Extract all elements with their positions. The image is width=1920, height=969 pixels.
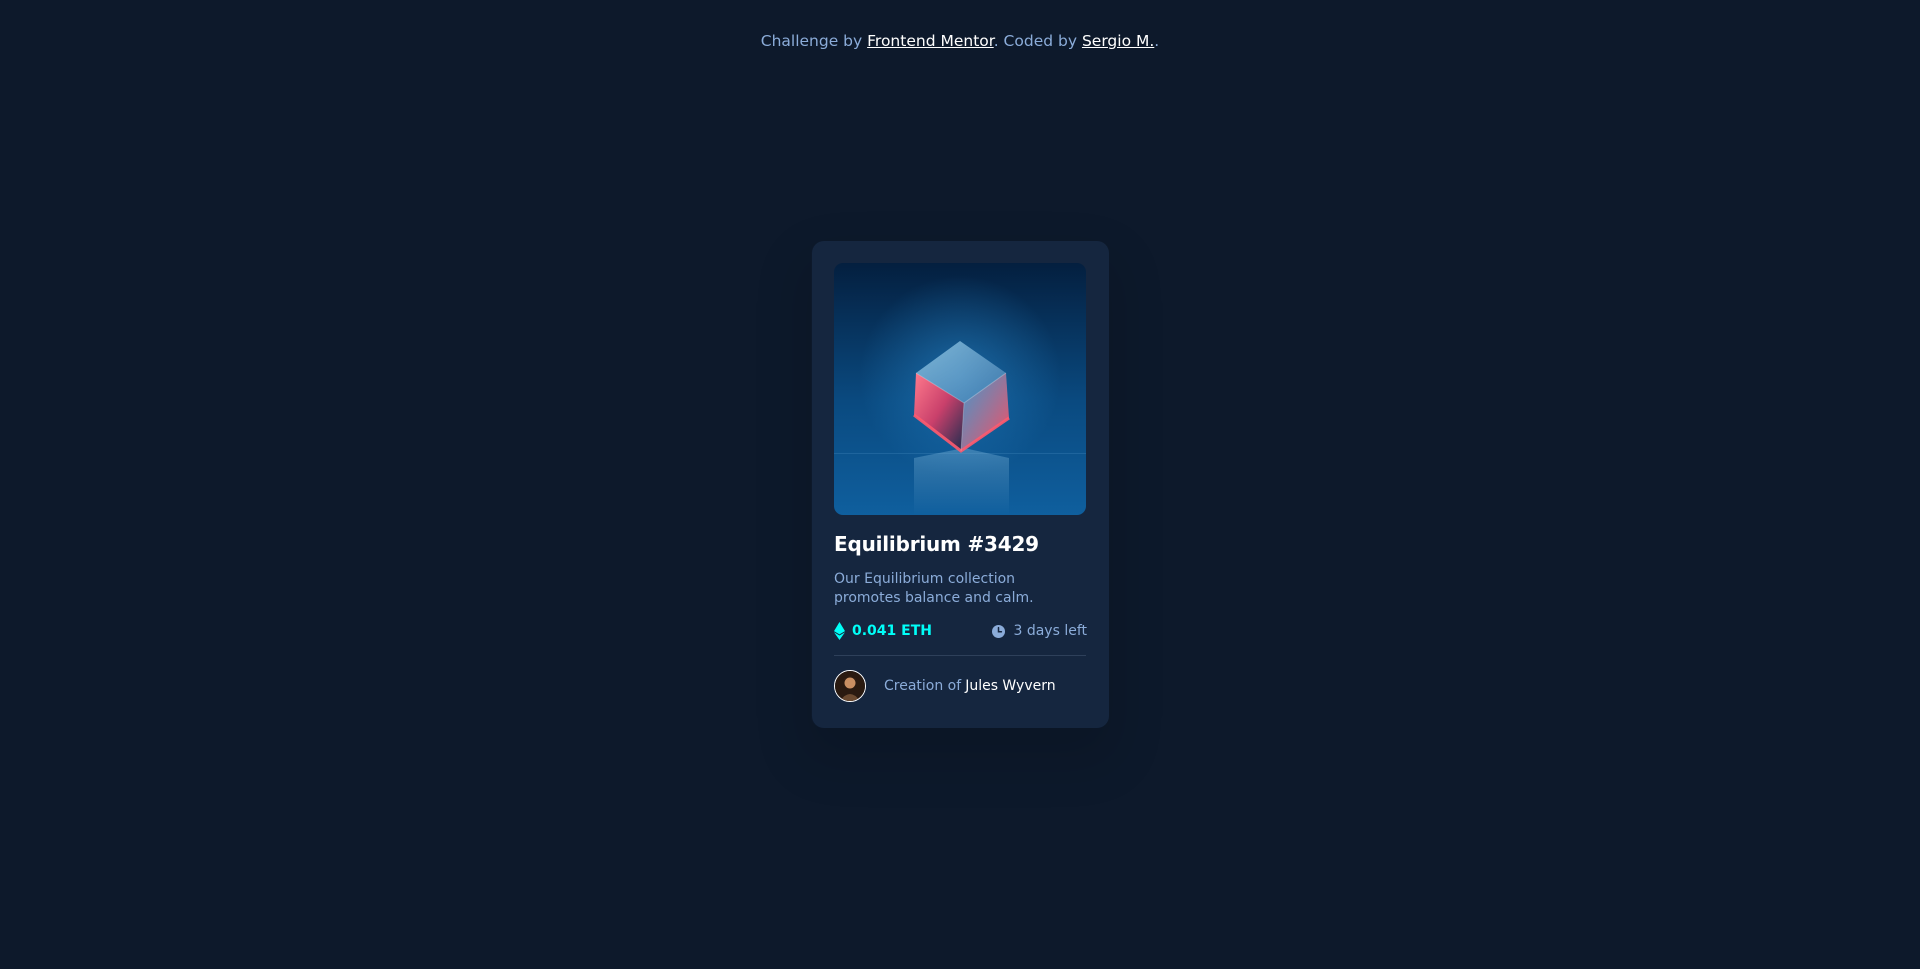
card-title[interactable]: Equilibrium #3429 — [834, 532, 1087, 556]
frontend-mentor-link[interactable]: Frontend Mentor — [867, 32, 994, 50]
clock-icon — [992, 624, 1006, 638]
ethereum-icon — [834, 622, 845, 640]
price: 0.041 ETH — [834, 622, 932, 640]
nft-card: Equilibrium #3429 Our Equilibrium collec… — [812, 241, 1109, 728]
avatar — [834, 670, 866, 702]
author-link[interactable]: Sergio M. — [1082, 32, 1154, 50]
creator-name-link[interactable]: Jules Wyvern — [965, 678, 1055, 694]
attribution: Challenge by Frontend Mentor. Coded by S… — [0, 32, 1920, 50]
price-value: 0.041 ETH — [852, 623, 932, 639]
divider — [834, 655, 1086, 656]
creator: Creation of Jules Wyvern — [834, 670, 1087, 702]
creator-prefix: Creation of — [884, 678, 962, 694]
time-left-value: 3 days left — [1013, 623, 1087, 639]
attribution-suffix: . — [1154, 32, 1160, 50]
time-left: 3 days left — [992, 623, 1087, 639]
card-description: Our Equilibrium collection promotes bala… — [834, 571, 1034, 606]
crystal-cube-image[interactable] — [834, 263, 1086, 515]
card-meta: 0.041 ETH 3 days left — [834, 622, 1087, 640]
attribution-prefix: Challenge by — [760, 32, 868, 50]
attribution-middle: . Coded by — [993, 32, 1082, 50]
